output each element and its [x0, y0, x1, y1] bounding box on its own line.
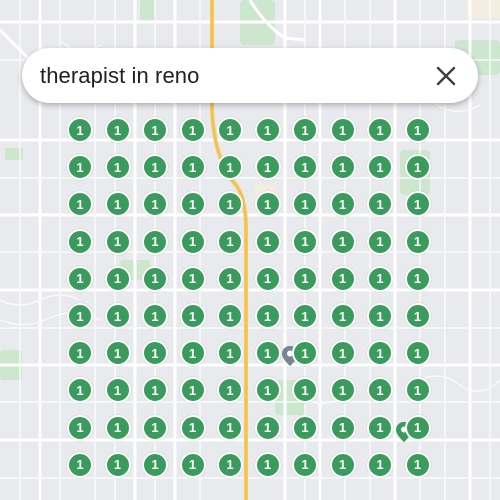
cluster-marker[interactable]: 1	[142, 228, 168, 255]
cluster-marker[interactable]: 1	[329, 414, 356, 441]
cluster-marker[interactable]: 1	[104, 340, 131, 367]
cluster-marker[interactable]: 1	[404, 340, 431, 367]
cluster-marker[interactable]: 1	[292, 340, 318, 367]
cluster-marker[interactable]: 1	[67, 117, 93, 143]
cluster-marker[interactable]: 1	[292, 451, 318, 478]
cluster-marker[interactable]: 1	[254, 117, 281, 143]
cluster-marker[interactable]: 1	[329, 451, 356, 478]
cluster-marker[interactable]: 1	[329, 154, 356, 181]
cluster-marker[interactable]: 1	[292, 117, 318, 143]
cluster-marker[interactable]: 1	[104, 303, 131, 329]
cluster-marker[interactable]: 1	[254, 191, 281, 218]
cluster-marker[interactable]: 1	[142, 414, 168, 441]
cluster-marker[interactable]: 1	[404, 377, 431, 404]
cluster-marker[interactable]: 1	[404, 154, 431, 181]
cluster-marker[interactable]: 1	[104, 117, 131, 143]
cluster-marker[interactable]: 1	[329, 191, 356, 218]
cluster-marker[interactable]: 1	[67, 265, 93, 292]
cluster-marker[interactable]: 1	[404, 303, 431, 329]
cluster-marker[interactable]: 1	[179, 340, 206, 367]
cluster-marker[interactable]: 1	[367, 340, 393, 367]
cluster-marker[interactable]: 1	[179, 117, 206, 143]
cluster-marker[interactable]: 1	[404, 228, 431, 255]
cluster-marker[interactable]: 1	[404, 117, 431, 143]
cluster-marker[interactable]: 1	[367, 154, 393, 181]
cluster-marker[interactable]: 1	[329, 117, 356, 143]
cluster-marker[interactable]: 1	[254, 154, 281, 181]
cluster-marker[interactable]: 1	[329, 340, 356, 367]
cluster-marker[interactable]: 1	[367, 265, 393, 292]
cluster-marker[interactable]: 1	[292, 265, 318, 292]
cluster-marker[interactable]: 1	[329, 377, 356, 404]
cluster-marker[interactable]: 1	[404, 191, 431, 218]
cluster-marker[interactable]: 1	[142, 340, 168, 367]
cluster-marker[interactable]: 1	[292, 303, 318, 329]
cluster-marker[interactable]: 1	[254, 377, 281, 404]
cluster-marker[interactable]: 1	[104, 228, 131, 255]
cluster-marker[interactable]: 1	[292, 228, 318, 255]
cluster-marker[interactable]: 1	[367, 303, 393, 329]
cluster-marker[interactable]: 1	[217, 414, 243, 441]
cluster-marker[interactable]: 1	[217, 340, 243, 367]
cluster-marker[interactable]: 1	[104, 154, 131, 181]
search-box[interactable]: therapist in reno	[22, 48, 478, 103]
cluster-marker[interactable]: 1	[254, 265, 281, 292]
cluster-marker[interactable]: 1	[104, 191, 131, 218]
cluster-marker[interactable]: 1	[367, 414, 393, 441]
search-input[interactable]: therapist in reno	[40, 63, 199, 89]
cluster-marker[interactable]: 1	[217, 265, 243, 292]
cluster-marker[interactable]: 1	[67, 154, 93, 181]
cluster-marker[interactable]: 1	[179, 303, 206, 329]
cluster-marker[interactable]: 1	[367, 451, 393, 478]
cluster-marker[interactable]: 1	[142, 265, 168, 292]
cluster-marker[interactable]: 1	[179, 377, 206, 404]
cluster-marker[interactable]: 1	[179, 228, 206, 255]
cluster-marker[interactable]: 1	[179, 191, 206, 218]
cluster-marker[interactable]: 1	[179, 265, 206, 292]
cluster-marker[interactable]: 1	[292, 414, 318, 441]
cluster-marker[interactable]: 1	[254, 451, 281, 478]
cluster-marker[interactable]: 1	[329, 303, 356, 329]
cluster-marker[interactable]: 1	[67, 303, 93, 329]
cluster-marker[interactable]: 1	[254, 303, 281, 329]
cluster-marker[interactable]: 1	[104, 377, 131, 404]
cluster-marker[interactable]: 1	[142, 451, 168, 478]
cluster-marker[interactable]: 1	[104, 265, 131, 292]
cluster-marker[interactable]: 1	[217, 117, 243, 143]
cluster-marker[interactable]: 1	[104, 414, 131, 441]
cluster-marker[interactable]: 1	[67, 228, 93, 255]
cluster-marker[interactable]: 1	[142, 303, 168, 329]
cluster-marker[interactable]: 1	[217, 228, 243, 255]
cluster-marker[interactable]: 1	[179, 154, 206, 181]
cluster-marker[interactable]: 1	[404, 265, 431, 292]
close-icon[interactable]	[432, 62, 460, 90]
cluster-marker[interactable]: 1	[67, 340, 93, 367]
cluster-marker[interactable]: 1	[367, 228, 393, 255]
cluster-marker[interactable]: 1	[67, 451, 93, 478]
cluster-marker[interactable]: 1	[104, 451, 131, 478]
cluster-marker[interactable]: 1	[404, 451, 431, 478]
cluster-marker[interactable]: 1	[67, 414, 93, 441]
cluster-marker[interactable]: 1	[329, 265, 356, 292]
cluster-marker[interactable]: 1	[254, 228, 281, 255]
cluster-marker[interactable]: 1	[217, 154, 243, 181]
cluster-marker[interactable]: 1	[254, 340, 281, 367]
cluster-marker[interactable]: 1	[254, 414, 281, 441]
cluster-marker[interactable]: 1	[292, 154, 318, 181]
cluster-marker[interactable]: 1	[329, 228, 356, 255]
cluster-marker[interactable]: 1	[179, 414, 206, 441]
cluster-marker[interactable]: 1	[179, 451, 206, 478]
cluster-marker[interactable]: 1	[217, 451, 243, 478]
cluster-marker[interactable]: 1	[217, 303, 243, 329]
cluster-marker[interactable]: 1	[404, 414, 431, 441]
cluster-marker[interactable]: 1	[142, 154, 168, 181]
cluster-marker[interactable]: 1	[142, 117, 168, 143]
cluster-marker[interactable]: 1	[367, 117, 393, 143]
